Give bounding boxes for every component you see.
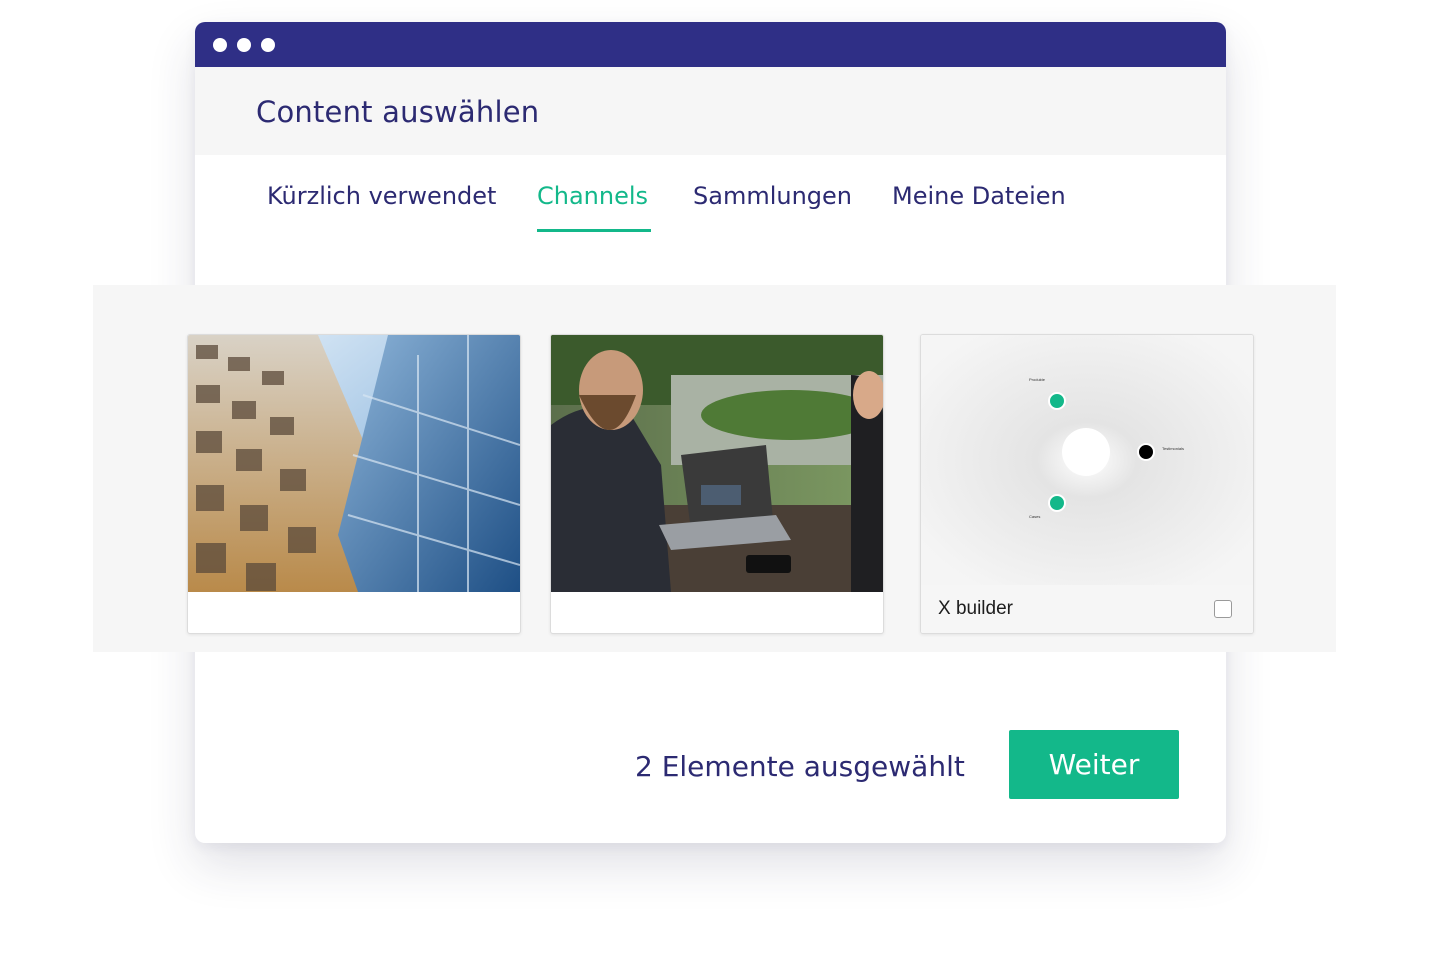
- window-dot-icon: [213, 38, 227, 52]
- diagram-node: [1048, 392, 1066, 410]
- next-button[interactable]: Weiter: [1009, 730, 1179, 799]
- selection-status: 2 Elemente ausgewählt: [635, 750, 965, 783]
- office-building-image: [188, 335, 520, 592]
- content-card[interactable]: [187, 334, 521, 634]
- card-title: X builder: [938, 598, 1013, 619]
- content-card-x-builder[interactable]: Produkte Testimonials Cases X builder: [920, 334, 1254, 634]
- business-meeting-image: [551, 335, 883, 592]
- diagram-label: Cases: [1029, 514, 1040, 519]
- content-card[interactable]: [550, 334, 884, 634]
- dialog-title: Content auswählen: [256, 95, 540, 129]
- diagram-node: [1137, 443, 1155, 461]
- tab-collections[interactable]: Sammlungen: [693, 182, 852, 210]
- x-builder-diagram: Produkte Testimonials Cases: [921, 335, 1253, 585]
- dialog-header: Content auswählen: [195, 67, 1226, 155]
- diagram-label: Testimonials: [1162, 446, 1184, 451]
- window-dot-icon: [237, 38, 251, 52]
- center-node: [1062, 428, 1110, 476]
- tab-my-files[interactable]: Meine Dateien: [892, 182, 1066, 210]
- stage: Content auswählen Kürzlich verwendet Cha…: [0, 0, 1440, 960]
- diagram-node: [1048, 494, 1066, 512]
- select-checkbox[interactable]: [1214, 600, 1232, 618]
- window-titlebar: [195, 22, 1226, 67]
- active-tab-indicator: [537, 229, 651, 232]
- diagram-label: Produkte: [1029, 377, 1046, 382]
- tab-channels[interactable]: Channels: [537, 182, 648, 210]
- tab-recently-used[interactable]: Kürzlich verwendet: [267, 182, 496, 210]
- window-dot-icon: [261, 38, 275, 52]
